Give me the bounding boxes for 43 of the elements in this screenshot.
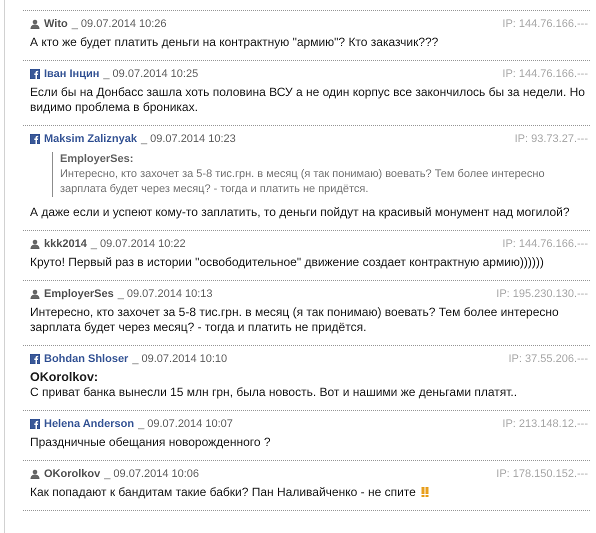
comment-time: _ 09.07.2014 10:06 bbox=[104, 468, 200, 480]
facebook-icon bbox=[30, 354, 40, 364]
comment-time: _ 09.07.2014 10:22 bbox=[90, 238, 186, 250]
comment-text: Как попадают к бандитам такие бабки? Пан Наливайченко - не спите bbox=[30, 485, 416, 499]
comment-text: Если бы на Донбасс зашла хоть половина ВСУ а не один корпус все закончилось бы за недели. Но видимо проблема в брониках. bbox=[30, 85, 585, 114]
comment-text: Интересно, кто захочет за 5-8 тис.грн. в месяц (я так понимаю) воевать? Тем более интересно зарплата будет через месяц? - тогда и платить не придётся. bbox=[30, 305, 559, 334]
author-name[interactable]: Wito bbox=[44, 18, 68, 30]
author-name[interactable]: EmployerSes bbox=[44, 288, 114, 300]
comment-text: С приват банка вынесли 15 млн грн, была новость. Вот и нашими же деньгами платят.. bbox=[30, 385, 518, 399]
facebook-icon bbox=[30, 134, 40, 144]
comment-time: _ 09.07.2014 10:10 bbox=[132, 353, 228, 365]
ip-address: IP: 195.230.130.--- bbox=[496, 288, 588, 300]
comment-text: Праздничные обещания новорожденного ? bbox=[30, 435, 271, 449]
comment-text: Круто! Первый раз в истории "освободительное" движение создает контрактную армию)))))) bbox=[30, 255, 544, 269]
facebook-icon bbox=[30, 69, 40, 79]
comment-time: _ 09.07.2014 10:07 bbox=[138, 418, 233, 430]
author-name[interactable]: Helena Anderson bbox=[44, 418, 134, 430]
ip-address: IP: 144.76.166.--- bbox=[502, 18, 588, 30]
user-icon bbox=[30, 469, 40, 479]
author-name[interactable]: Bohdan Shloser bbox=[44, 353, 128, 365]
ip-address: IP: 213.148.12.--- bbox=[502, 418, 588, 430]
comment-text: А даже если и успеют кому-то заплатить, то деньги пойдут на красивый монумент над могилой? bbox=[30, 205, 570, 219]
comment-time: _ 09.07.2014 10:26 bbox=[72, 18, 167, 30]
author-name[interactable]: Іван Інцин bbox=[44, 68, 100, 80]
user-icon bbox=[30, 19, 40, 29]
comment-time: _ 09.07.2014 10:25 bbox=[103, 68, 198, 80]
ip-address: IP: 37.55.206.--- bbox=[508, 353, 588, 365]
user-icon bbox=[30, 239, 40, 249]
quote-author: EmployerSes: bbox=[60, 152, 134, 167]
author-name[interactable]: kkk2014 bbox=[44, 238, 87, 250]
facebook-icon bbox=[30, 419, 40, 429]
comment-text: А кто же будет платить деньги на контрактную "армию"? Кто заказчик??? bbox=[30, 35, 438, 49]
author-name[interactable]: OKorolkov bbox=[44, 468, 100, 480]
reply-to-name: OKorolkov: bbox=[30, 370, 100, 385]
ip-address: IP: 144.76.166.--- bbox=[502, 68, 588, 80]
ip-address: IP: 93.73.27.--- bbox=[514, 133, 588, 145]
comment-time: _ 09.07.2014 10:23 bbox=[140, 133, 236, 145]
ip-address: IP: 144.76.166.--- bbox=[502, 238, 588, 250]
user-icon bbox=[30, 289, 40, 299]
quote-text: Интересно, кто захочет за 5-8 тис.грн. в месяц (я так понимаю) воевать? Тем более интересно зарплата будет через месяц? - тогда и платить не придётся. bbox=[60, 167, 546, 197]
author-name[interactable]: Maksim Zaliznyak bbox=[44, 133, 137, 145]
ip-address: IP: 178.150.152.--- bbox=[496, 468, 588, 480]
comment-time: _ 09.07.2014 10:13 bbox=[118, 288, 213, 300]
